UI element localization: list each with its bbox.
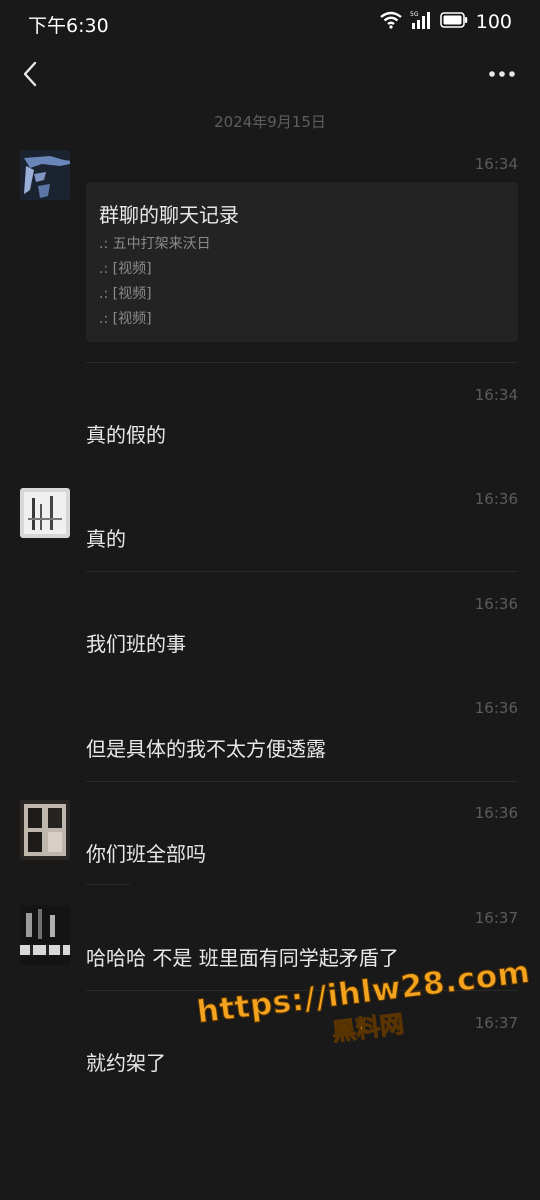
more-dots-icon [489, 71, 515, 77]
avatar[interactable] [20, 488, 70, 538]
date-header: 2024年9月15日 [214, 113, 326, 131]
avatar[interactable] [20, 800, 70, 860]
card-title: 群聊的聊天记录 [99, 203, 239, 227]
more-button[interactable] [486, 62, 518, 86]
message-text: 你们班全部吗 [86, 842, 206, 866]
message-text: 哈哈哈 不是 班里面有同学起矛盾了 [86, 946, 399, 970]
message-time: 16:36 [474, 804, 518, 822]
message-time: 16:34 [474, 155, 518, 173]
message-divider [86, 571, 518, 572]
chat-header [0, 44, 540, 106]
message-text: 真的 [86, 527, 126, 551]
message-text: 我们班的事 [86, 632, 186, 656]
battery-icon [439, 12, 468, 32]
message-text: 但是具体的我不太方便透露 [86, 737, 326, 761]
message-time: 16:37 [474, 909, 518, 927]
card-line: .: [视频] [99, 261, 152, 277]
card-line: .: 五中打架来沃日 [99, 236, 211, 252]
svg-text:5G: 5G [410, 11, 419, 18]
message-time: 16:36 [474, 699, 518, 717]
message-time: 16:36 [474, 490, 518, 508]
message-text: 真的假的 [86, 423, 166, 447]
chat-history-card[interactable]: 群聊的聊天记录 .: 五中打架来沃日 .: [视频] .: [视频] .: [视… [86, 182, 518, 342]
status-indicators: 5G 100 [379, 10, 512, 34]
message-time: 16:36 [474, 595, 518, 613]
signal-5g-icon: 5G [410, 10, 432, 34]
status-time: 下午6:30 [28, 15, 109, 37]
battery-level: 100 [475, 11, 512, 33]
message-time: 16:34 [474, 386, 518, 404]
message-text: 就约架了 [86, 1051, 166, 1075]
avatar[interactable] [20, 150, 70, 200]
message-divider [86, 884, 130, 885]
card-line: .: [视频] [99, 286, 152, 302]
card-line: .: [视频] [99, 311, 152, 327]
back-button[interactable] [14, 58, 46, 90]
chevron-left-icon [23, 61, 37, 87]
avatar[interactable] [20, 905, 70, 965]
message-divider [86, 781, 518, 782]
status-bar: 下午6:30 5G 100 [0, 0, 540, 44]
message-divider [86, 362, 518, 363]
wifi-icon [379, 11, 402, 33]
